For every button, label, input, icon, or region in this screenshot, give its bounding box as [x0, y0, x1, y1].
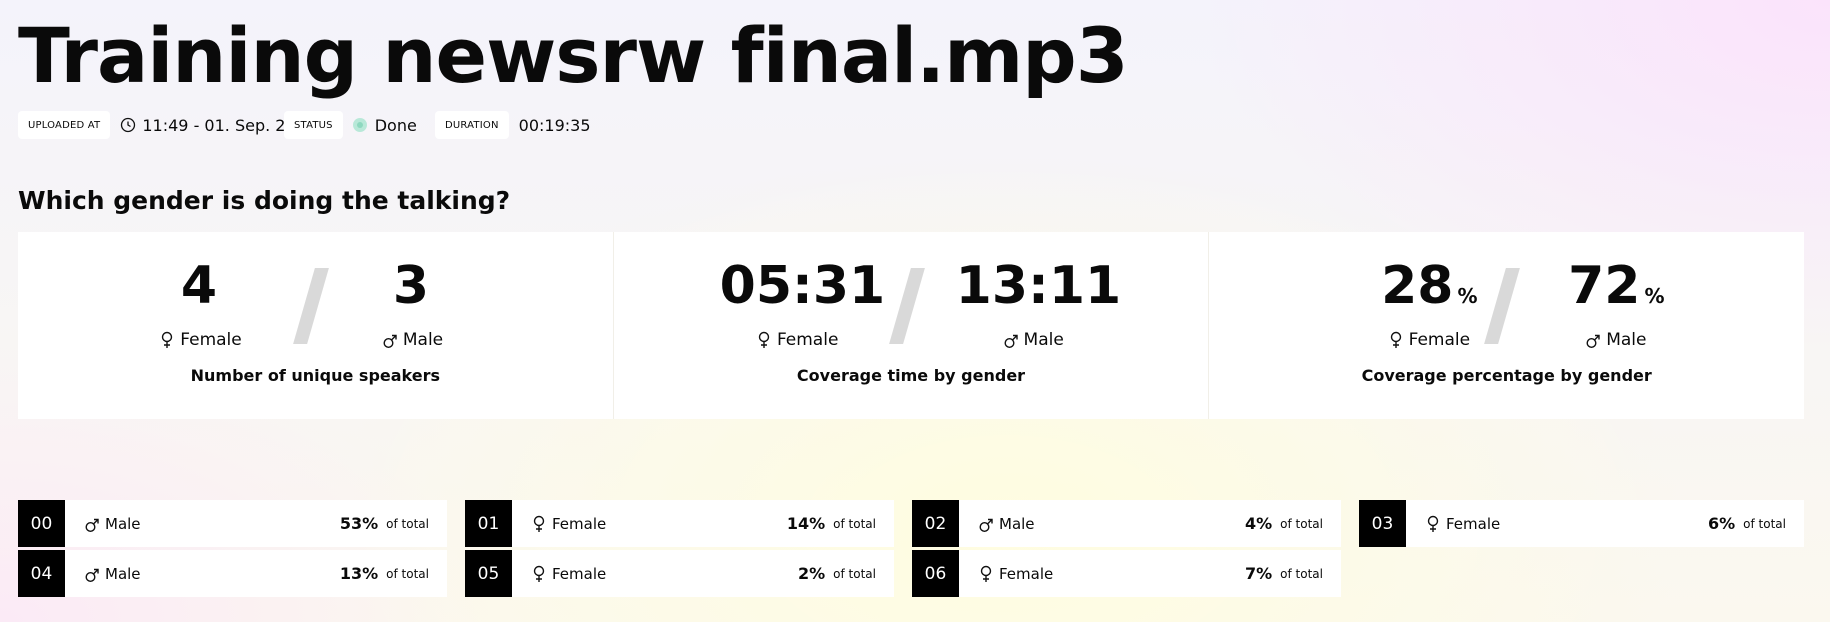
female-stat: 28% Female: [1359, 256, 1499, 350]
speaker-percent: 53%: [339, 514, 379, 533]
speaker-id: 03: [1359, 500, 1406, 547]
female-value: 28: [1381, 256, 1454, 316]
female-label: Female: [1408, 330, 1471, 350]
speaker-row[interactable]: 04 Male 13% of total: [18, 550, 447, 597]
male-icon: [85, 518, 99, 532]
speaker-row[interactable]: 00 Male 53% of total: [18, 500, 447, 547]
female-stat: 4 Female: [131, 256, 271, 350]
male-value: 13:11: [955, 256, 1122, 316]
male-label: Male: [1606, 330, 1647, 350]
female-icon: [162, 331, 173, 348]
speaker-id: 06: [912, 550, 959, 597]
female-icon: [758, 331, 770, 348]
speaker-id: 02: [912, 500, 959, 547]
status-dot-icon: [352, 118, 367, 132]
male-stat: 72% Male: [1546, 256, 1686, 350]
duration: DURATION 00:19:35: [435, 111, 591, 139]
female-icon: [1390, 331, 1401, 348]
speaker-gender: Female: [1446, 514, 1501, 533]
stat-card-unique-speakers: 4 Female 3 Male Number of unique speaker…: [18, 232, 614, 419]
percent-unit: %: [1457, 284, 1478, 308]
uploaded-at: UPLOADED AT 11:49 - 01. Sep. 23: [18, 111, 296, 139]
male-icon: [85, 568, 99, 582]
speaker-row[interactable]: 05 Female 2% of total: [465, 550, 894, 597]
speaker-percent: 7%: [1245, 564, 1273, 583]
page-title: Training newsrw final.mp3: [18, 11, 1129, 100]
male-icon: [1586, 334, 1600, 349]
female-icon: [533, 515, 545, 532]
speaker-id: 04: [18, 550, 65, 597]
stat-caption: Number of unique speakers: [190, 366, 441, 385]
of-total-label: of total: [386, 566, 429, 581]
female-stat: 05:31 Female: [720, 256, 886, 350]
male-icon: [383, 334, 397, 349]
gender-stats: 4 Female 3 Male Number of unique speaker…: [18, 232, 1805, 419]
of-total-label: of total: [1280, 516, 1323, 531]
female-label: Female: [180, 330, 242, 350]
of-total-label: of total: [1280, 566, 1323, 581]
speaker-row[interactable]: 06 Female 7% of total: [912, 550, 1341, 597]
speaker-gender: Female: [552, 514, 607, 533]
speaker-percent: 4%: [1245, 514, 1273, 533]
male-stat: 3 Male: [343, 256, 483, 350]
speaker-row[interactable]: 02 Male 4% of total: [912, 500, 1341, 547]
duration-tag: DURATION: [435, 111, 509, 139]
male-label: Male: [1023, 330, 1064, 350]
duration-value: 00:19:35: [518, 115, 591, 135]
female-value: 05:31: [719, 256, 886, 316]
male-stat: 13:11 Male: [956, 256, 1122, 350]
divider-slash: [888, 268, 925, 344]
female-label: Female: [776, 330, 839, 350]
percent-unit: %: [1644, 284, 1665, 308]
speaker-id: 00: [18, 500, 65, 547]
speaker-gender: Male: [999, 514, 1035, 533]
female-value: 4: [180, 256, 218, 316]
stat-caption: Coverage time by gender: [796, 366, 1026, 385]
stat-card-coverage-time: 05:31 Female 13:11 Male Coverage time by…: [613, 232, 1210, 419]
stat-card-coverage-percentage: 28% Female 72% Male Coverage percentage …: [1209, 232, 1805, 419]
status-tag: STATUS: [284, 111, 343, 139]
speaker-gender: Female: [552, 564, 607, 583]
female-icon: [1427, 515, 1439, 532]
female-icon: [980, 565, 992, 582]
speaker-gender: Male: [105, 514, 141, 533]
female-icon: [533, 565, 545, 582]
status-value: Done: [374, 115, 417, 135]
of-total-label: of total: [386, 516, 429, 531]
male-label: Male: [402, 330, 444, 350]
uploaded-at-value: 11:49 - 01. Sep. 23: [142, 115, 296, 135]
male-value: 3: [392, 256, 430, 316]
speaker-percent: 6%: [1708, 514, 1736, 533]
of-total-label: of total: [1743, 516, 1786, 531]
speaker-id: 01: [465, 500, 512, 547]
section-heading: Which gender is doing the talking?: [18, 186, 511, 215]
stat-caption: Coverage percentage by gender: [1361, 366, 1652, 385]
male-value: 72: [1568, 256, 1641, 316]
of-total-label: of total: [833, 566, 876, 581]
divider-slash: [293, 268, 329, 344]
speaker-percent: 2%: [798, 564, 826, 583]
male-icon: [1004, 334, 1018, 349]
speaker-gender: Female: [999, 564, 1054, 583]
male-icon: [979, 518, 993, 532]
status: STATUS Done: [284, 111, 417, 139]
uploaded-at-tag: UPLOADED AT: [18, 111, 111, 139]
speaker-row[interactable]: 03 Female 6% of total: [1359, 500, 1804, 547]
speaker-percent: 13%: [339, 564, 379, 583]
clock-icon: [121, 117, 136, 133]
of-total-label: of total: [833, 516, 876, 531]
speaker-id: 05: [465, 550, 512, 597]
speaker-percent: 14%: [786, 514, 826, 533]
speaker-gender: Male: [105, 564, 141, 583]
speaker-row[interactable]: 01 Female 14% of total: [465, 500, 894, 547]
